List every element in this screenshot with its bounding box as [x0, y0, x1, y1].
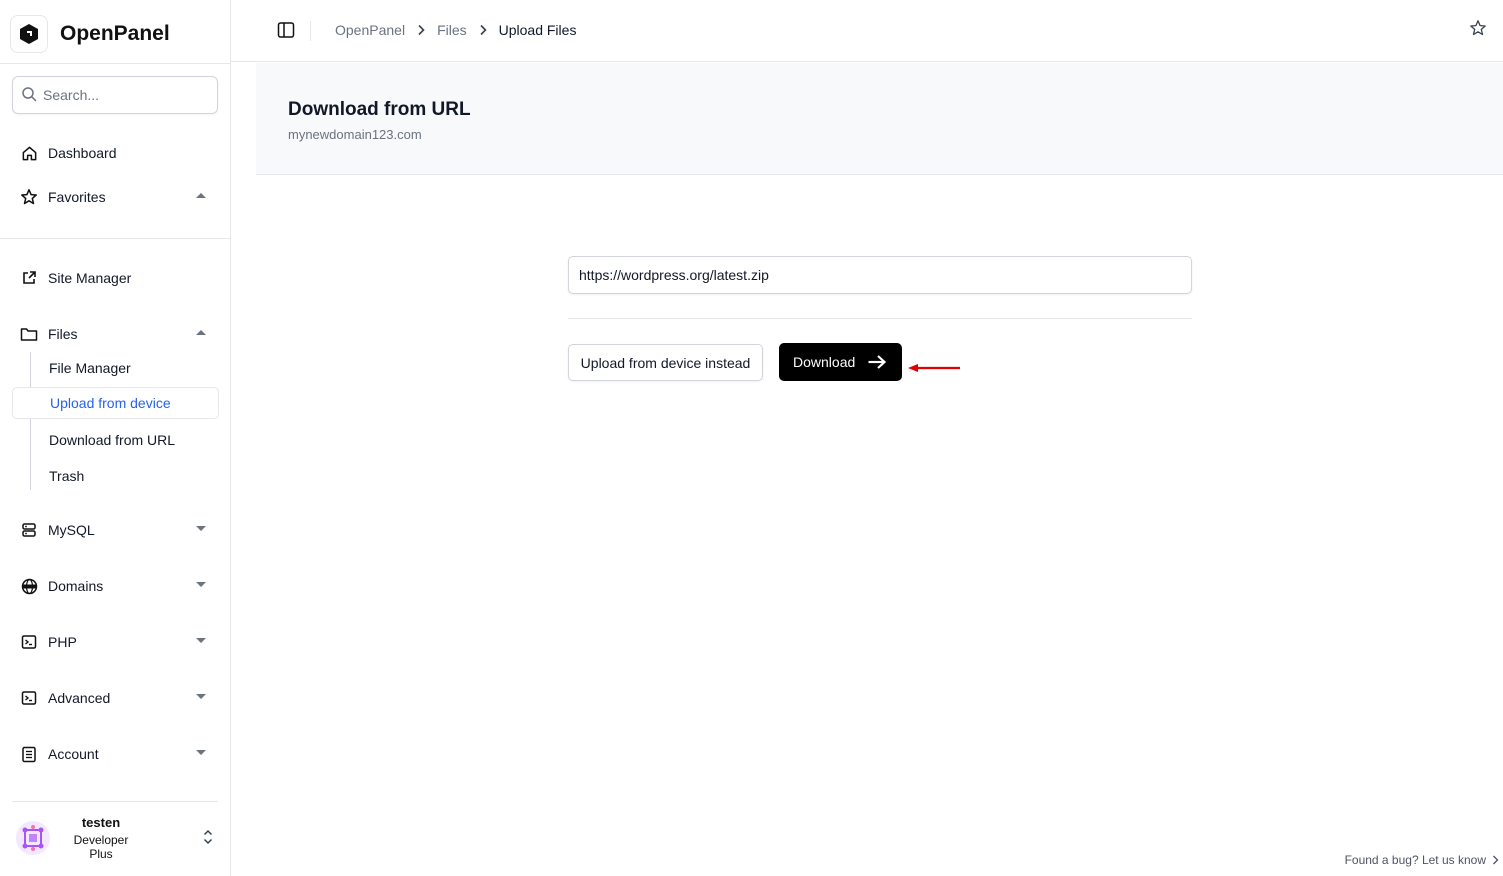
- sidebar-item-php[interactable]: PHP: [12, 626, 218, 658]
- caret-down-icon: [196, 638, 206, 643]
- download-button[interactable]: Download: [779, 343, 902, 381]
- top-bar: OpenPanel Files Upload Files: [231, 0, 1503, 62]
- sidebar-item-domains[interactable]: Domains: [12, 570, 218, 602]
- sidebar-subitem-upload-from-device[interactable]: Upload from device: [12, 387, 219, 419]
- page-header: Download from URL mynewdomain123.com: [256, 63, 1503, 175]
- breadcrumb-openpanel[interactable]: OpenPanel: [335, 22, 405, 38]
- breadcrumb-current: Upload Files: [498, 22, 577, 38]
- caret-down-icon: [196, 582, 206, 587]
- divider: [568, 318, 1192, 319]
- sidebar-item-site-manager[interactable]: Site Manager: [12, 262, 218, 294]
- sidebar-item-label: Domains: [48, 578, 104, 594]
- user-plan: Developer Plus: [73, 833, 129, 861]
- terminal-icon: [20, 689, 38, 707]
- sidebar-item-label: Advanced: [48, 690, 111, 706]
- caret-up-icon: [196, 193, 206, 198]
- page-title: Download from URL: [288, 99, 471, 120]
- divider: [12, 801, 218, 802]
- caret-up-icon: [196, 330, 206, 335]
- openpanel-logo-icon: [10, 15, 48, 53]
- sidebar-subitem-file-manager[interactable]: File Manager: [12, 352, 219, 384]
- external-link-icon: [20, 269, 38, 287]
- sidebar-item-label: Account: [48, 746, 99, 762]
- sidebar-item-label: PHP: [48, 634, 77, 650]
- arrow-right-icon: [867, 354, 887, 370]
- folder-icon: [20, 325, 38, 343]
- search-box[interactable]: [12, 76, 218, 114]
- divider: [310, 21, 311, 41]
- sidebar-item-favorites[interactable]: Favorites: [12, 181, 218, 213]
- user-name: testen: [81, 815, 121, 830]
- globe-www-icon: [20, 577, 38, 595]
- brand[interactable]: OpenPanel: [10, 14, 170, 54]
- chevron-right-icon: [417, 24, 425, 36]
- sidebar-subitem-trash[interactable]: Trash: [12, 460, 219, 492]
- divider: [0, 63, 230, 64]
- chevrons-up-down-icon: [202, 828, 214, 849]
- sidebar-item-label: MySQL: [48, 522, 95, 538]
- home-icon: [20, 144, 38, 162]
- document-icon: [20, 745, 38, 763]
- sidebar-item-mysql[interactable]: MySQL: [12, 514, 218, 546]
- breadcrumb-files[interactable]: Files: [437, 22, 467, 38]
- caret-down-icon: [196, 694, 206, 699]
- caret-down-icon: [196, 526, 206, 531]
- brand-name: OpenPanel: [60, 22, 170, 45]
- search-input[interactable]: [43, 87, 203, 103]
- sidebar-toggle-icon[interactable]: [277, 21, 297, 41]
- avatar: [16, 821, 50, 855]
- sidebar-item-label: Site Manager: [48, 270, 132, 286]
- sidebar-subitem-download-from-url[interactable]: Download from URL: [12, 424, 219, 456]
- sidebar-item-files[interactable]: Files: [12, 318, 218, 350]
- star-icon: [20, 188, 38, 206]
- page-subtitle: mynewdomain123.com: [288, 127, 422, 142]
- user-menu[interactable]: testen Developer Plus: [16, 815, 220, 861]
- sidebar: OpenPanel Dashboard Favorites Site Manag…: [0, 0, 231, 876]
- sidebar-item-account[interactable]: Account: [12, 738, 218, 770]
- caret-down-icon: [196, 750, 206, 755]
- url-input[interactable]: [568, 256, 1192, 294]
- download-button-label: Download: [793, 354, 856, 370]
- database-icon: [20, 521, 38, 539]
- favorite-star-icon[interactable]: [1469, 19, 1487, 40]
- search-icon: [21, 86, 37, 105]
- bug-report-link[interactable]: Found a bug? Let us know: [1345, 853, 1499, 867]
- breadcrumb: OpenPanel Files Upload Files: [335, 22, 576, 38]
- upload-from-device-button[interactable]: Upload from device instead: [568, 344, 763, 381]
- bug-report-label: Found a bug? Let us know: [1344, 853, 1486, 867]
- sidebar-item-advanced[interactable]: Advanced: [12, 682, 218, 714]
- chevron-right-icon: [1492, 855, 1499, 865]
- terminal-icon: [20, 633, 38, 651]
- chevron-right-icon: [479, 24, 487, 36]
- sidebar-item-dashboard[interactable]: Dashboard: [12, 137, 218, 169]
- divider: [0, 238, 230, 239]
- sidebar-item-label: Dashboard: [48, 145, 117, 161]
- annotation-arrow-icon: [906, 361, 962, 378]
- sidebar-item-label: Files: [48, 326, 78, 342]
- sidebar-item-label: Favorites: [48, 189, 106, 205]
